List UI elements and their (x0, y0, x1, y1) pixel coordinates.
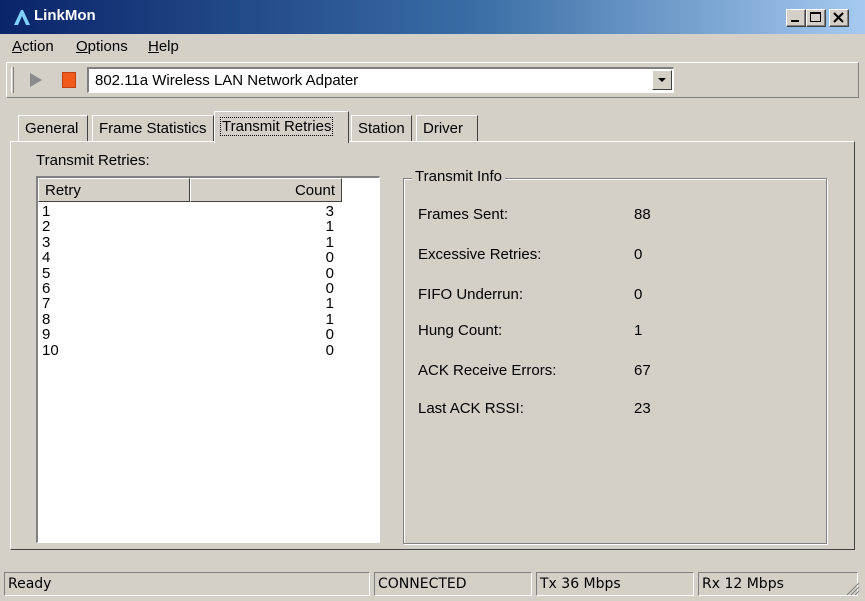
window-title: LinkMon (34, 7, 96, 24)
rx-rate: Rx 12 Mbps (698, 572, 858, 596)
menu-help[interactable]: Help (148, 38, 179, 55)
toolbar-grip[interactable] (11, 67, 14, 93)
maximize-button[interactable] (806, 9, 826, 27)
ack-receive-errors-value: 67 (634, 362, 651, 379)
stop-icon[interactable] (62, 72, 76, 88)
retry-list-view[interactable]: Retry Count 1 3 2 1 3 1 4 0 5 0 6 0 7 1 8 1 9 0 10 0 (36, 176, 380, 543)
list-item[interactable]: 81 (42, 310, 342, 328)
retry-number: 1 (42, 203, 51, 220)
list-item[interactable]: 31 (42, 233, 342, 251)
adapter-select[interactable]: 802.11a Wireless LAN Network Adpater (87, 67, 674, 93)
retry-count: 1 (325, 310, 334, 328)
ack-receive-errors-label: ACK Receive Errors: (418, 362, 557, 379)
retry-number: 2 (42, 218, 51, 236)
retry-count: 1 (325, 295, 334, 313)
list-item[interactable]: 13 (42, 203, 342, 220)
close-icon (833, 12, 844, 23)
transmit-info-group (403, 178, 827, 544)
list-item[interactable]: 90 (42, 326, 342, 344)
column-header-count[interactable]: Count (190, 178, 342, 202)
list-item[interactable]: 50 (42, 264, 342, 282)
list-item[interactable]: 60 (42, 279, 342, 297)
retry-count: 1 (325, 218, 334, 236)
last-ack-rssi-value: 23 (634, 400, 651, 417)
retry-count: 3 (325, 203, 334, 220)
close-button[interactable] (829, 9, 849, 27)
column-header-retry[interactable]: Retry (38, 178, 190, 202)
retry-count: 0 (325, 249, 334, 267)
retry-number: 10 (42, 341, 59, 359)
retry-count: 1 (325, 233, 334, 251)
list-item[interactable]: 10 0 (42, 341, 342, 359)
retry-number: 3 (42, 233, 51, 251)
list-item[interactable]: 40 (42, 249, 342, 267)
retry-number: 9 (42, 326, 51, 344)
transmit-retries-label: Transmit Retries: (36, 152, 150, 169)
fifo-underrun-value: 0 (634, 286, 643, 303)
tab-frame-statistics[interactable]: Frame Statistics (92, 115, 214, 141)
retry-number: 6 (42, 279, 51, 297)
retry-count: 0 (325, 326, 334, 344)
retry-rows: 1 3 2 1 3 1 4 0 5 0 6 0 7 1 8 1 9 0 10 0 (42, 204, 342, 358)
list-item[interactable]: 71 (42, 295, 342, 313)
retry-count: 0 (325, 341, 334, 359)
status-message: Ready (4, 572, 370, 596)
retry-count: 0 (325, 264, 334, 282)
list-item[interactable]: 21 (42, 218, 342, 236)
hung-count-value: 1 (634, 322, 643, 339)
frames-sent-value: 88 (634, 206, 651, 223)
menu-action[interactable]: Action (12, 38, 54, 55)
excessive-retries-value: 0 (634, 246, 643, 263)
retry-number: 5 (42, 264, 51, 282)
fifo-underrun-label: FIFO Underrun: (418, 286, 524, 303)
minimize-icon (791, 20, 799, 22)
excessive-retries-label: Excessive Retries: (418, 246, 542, 263)
last-ack-rssi-label: Last ACK RSSI: (418, 400, 524, 417)
toolbar: 802.11a Wireless LAN Network Adpater (6, 62, 859, 98)
retry-count: 0 (325, 279, 334, 297)
title-bar[interactable] (0, 0, 865, 34)
linkmon-logo-icon (14, 10, 30, 25)
minimize-button[interactable] (786, 9, 806, 27)
retry-number: 4 (42, 249, 51, 267)
tab-driver[interactable]: Driver (416, 115, 478, 141)
adapter-select-value: 802.11a Wireless LAN Network Adpater (95, 72, 359, 89)
retry-number: 8 (42, 310, 51, 328)
maximize-icon (810, 12, 821, 22)
tx-rate: Tx 36 Mbps (536, 572, 694, 596)
frames-sent-label: Frames Sent: (418, 206, 509, 223)
resize-grip-icon[interactable] (846, 582, 860, 596)
transmit-info-title: Transmit Info (412, 168, 505, 185)
retry-number: 7 (42, 295, 51, 313)
tab-transmit-retries[interactable]: Transmit Retries (214, 111, 349, 143)
menu-bar (0, 34, 865, 60)
play-icon[interactable] (27, 70, 45, 90)
hung-count-label: Hung Count: (418, 322, 503, 339)
dropdown-button[interactable] (652, 70, 672, 90)
menu-options[interactable]: Options (76, 38, 128, 55)
tab-station[interactable]: Station (351, 115, 412, 141)
tab-general[interactable]: General (18, 115, 88, 141)
connection-status: CONNECTED (374, 572, 532, 596)
chevron-down-icon (658, 78, 666, 82)
